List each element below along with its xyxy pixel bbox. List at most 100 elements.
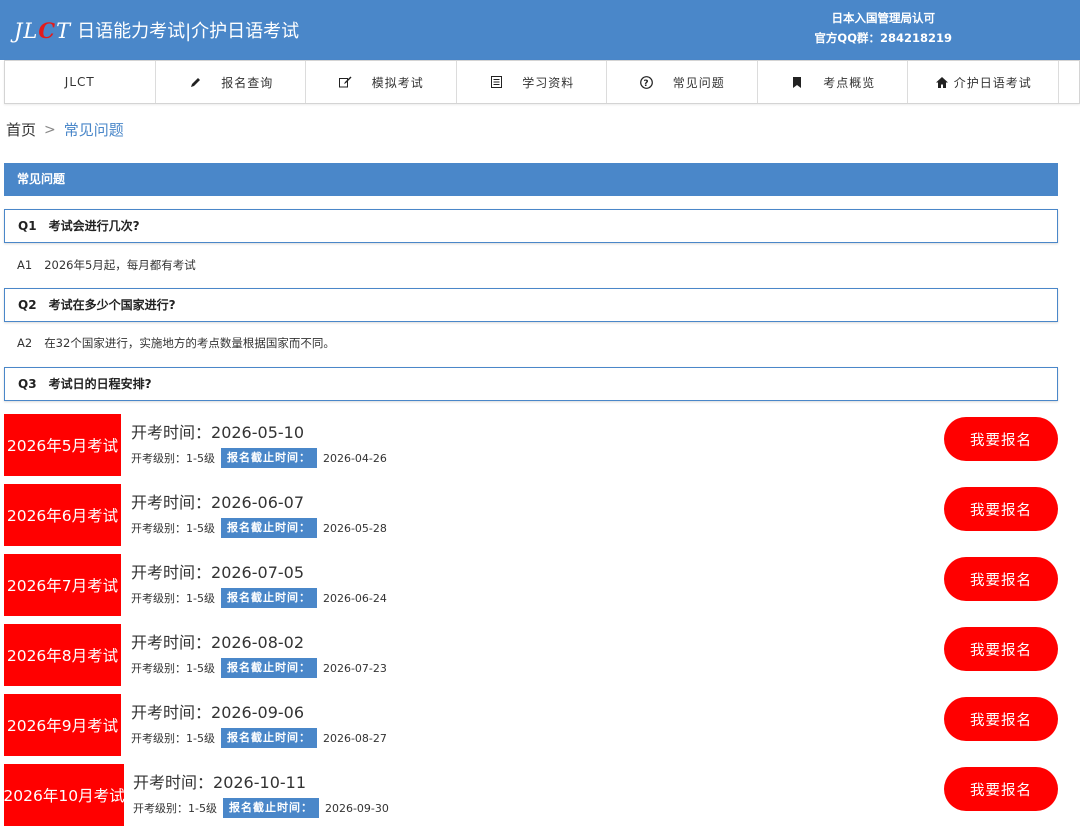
breadcrumb: 首页 > 常见问题 xyxy=(6,119,124,140)
exam-date: 2026-07-05 xyxy=(211,563,304,582)
exam-start-time: 开考时间：2026-05-10 xyxy=(131,422,387,444)
time-label: 开考时间： xyxy=(131,493,212,512)
deadline-date: 2026-05-28 xyxy=(322,521,387,535)
nav-item-mock-exam[interactable]: 模拟考试 xyxy=(306,61,457,103)
exam-level: 开考级别：1-5级 xyxy=(133,802,217,815)
deadline-badge: 报名截止时间： xyxy=(222,798,319,818)
time-label: 开考时间： xyxy=(131,423,212,442)
signup-button[interactable]: 我要报名 xyxy=(944,767,1058,811)
exam-info: 开考时间：2026-07-05 开考级别：1-5级 报名截止时间： 2026-0… xyxy=(131,562,387,608)
exam-month-tag: 2026年5月考试 xyxy=(4,414,121,476)
exam-meta: 开考级别：1-5级 报名截止时间： 2026-08-27 xyxy=(131,728,387,748)
breadcrumb-separator: > xyxy=(44,121,56,138)
exam-row: 2026年10月考试 开考时间：2026-10-11 开考级别：1-5级 报名截… xyxy=(3,764,1058,826)
exam-start-time: 开考时间：2026-09-06 xyxy=(131,702,387,724)
signup-button[interactable]: 我要报名 xyxy=(944,557,1058,601)
document-icon xyxy=(488,76,504,88)
pencil-icon xyxy=(187,77,203,88)
exam-meta: 开考级别：1-5级 报名截止时间： 2026-09-30 xyxy=(133,798,389,818)
nav-item-care-japanese[interactable]: 介护日语考试 xyxy=(908,61,1059,103)
question-number: Q1 xyxy=(18,219,37,233)
exam-row: 2026年5月考试 开考时间：2026-05-10 开考级别：1-5级 报名截止… xyxy=(4,414,1058,476)
edit-icon xyxy=(338,76,354,88)
nav-item-faq[interactable]: ? 常见问题 xyxy=(607,61,758,103)
exam-date: 2026-10-11 xyxy=(213,773,306,792)
nav-label: JLCT xyxy=(64,75,95,89)
approval-text: 日本入国管理局认可 xyxy=(831,11,935,25)
question-text: 考试在多少个国家进行? xyxy=(48,298,176,312)
exam-level: 开考级别：1-5级 xyxy=(131,662,215,675)
question-circle-icon: ? xyxy=(639,75,655,89)
exam-meta: 开考级别：1-5级 报名截止时间： 2026-05-28 xyxy=(131,518,387,538)
exam-month-tag: 2026年10月考试 xyxy=(3,764,125,826)
exam-row: 2026年8月考试 开考时间：2026-08-02 开考级别：1-5级 报名截止… xyxy=(4,624,1058,686)
exam-info: 开考时间：2026-09-06 开考级别：1-5级 报名截止时间： 2026-0… xyxy=(131,702,387,748)
faq-question[interactable]: Q2 考试在多少个国家进行? xyxy=(4,288,1058,322)
exam-date: 2026-09-06 xyxy=(211,703,304,722)
exam-info: 开考时间：2026-06-07 开考级别：1-5级 报名截止时间： 2026-0… xyxy=(131,492,387,538)
deadline-date: 2026-09-30 xyxy=(324,801,389,815)
site-header: JLCT 日语能力考试|介护日语考试 日本入国管理局认可 官方QQ群：28421… xyxy=(0,0,1080,60)
answer-number: A1 xyxy=(17,258,33,272)
faq-answer: A1 2026年5月起，每月都有考试 xyxy=(17,257,196,273)
nav-label: 常见问题 xyxy=(672,75,725,90)
question-text: 考试日的日程安排? xyxy=(48,377,152,391)
question-number: Q3 xyxy=(18,377,37,391)
exam-start-time: 开考时间：2026-06-07 xyxy=(131,492,387,514)
site-logo[interactable]: JLCT xyxy=(14,18,71,43)
exam-meta: 开考级别：1-5级 报名截止时间： 2026-04-26 xyxy=(131,448,387,468)
deadline-badge: 报名截止时间： xyxy=(220,658,317,678)
nav-item-study-materials[interactable]: 学习资料 xyxy=(457,61,607,103)
question-text: 考试会进行几次? xyxy=(48,219,140,233)
signup-button[interactable]: 我要报名 xyxy=(944,487,1058,531)
exam-info: 开考时间：2026-05-10 开考级别：1-5级 报名截止时间： 2026-0… xyxy=(131,422,387,468)
nav-label: 介护日语考试 xyxy=(953,75,1032,90)
nav-item-score-query[interactable]: 报名查询 xyxy=(156,61,306,103)
time-label: 开考时间： xyxy=(131,563,212,582)
exam-level: 开考级别：1-5级 xyxy=(131,452,215,465)
brand[interactable]: JLCT 日语能力考试|介护日语考试 xyxy=(14,16,299,44)
bookmark-icon xyxy=(789,76,805,88)
exam-date: 2026-06-07 xyxy=(211,493,304,512)
faq-question[interactable]: Q3 考试日的日程安排? xyxy=(4,367,1058,401)
deadline-badge: 报名截止时间： xyxy=(220,518,317,538)
nav-item-test-sites[interactable]: 考点概览 xyxy=(758,61,908,103)
svg-text:?: ? xyxy=(644,78,650,88)
nav-label: 考点概览 xyxy=(823,75,876,90)
answer-text: 2026年5月起，每月都有考试 xyxy=(44,258,196,272)
answer-text: 在32个国家进行，实施地方的考点数量根据国家而不同。 xyxy=(44,336,335,350)
exam-row: 2026年7月考试 开考时间：2026-07-05 开考级别：1-5级 报名截止… xyxy=(4,554,1058,616)
exam-month-tag: 2026年8月考试 xyxy=(4,624,121,686)
qq-group-text: 官方QQ群：284218219 xyxy=(814,31,952,45)
section-header: 常见问题 xyxy=(4,163,1058,196)
exam-info: 开考时间：2026-10-11 开考级别：1-5级 报名截止时间： 2026-0… xyxy=(133,772,389,818)
deadline-badge: 报名截止时间： xyxy=(220,728,317,748)
exam-level: 开考级别：1-5级 xyxy=(131,592,215,605)
deadline-date: 2026-06-24 xyxy=(322,591,387,605)
signup-button[interactable]: 我要报名 xyxy=(944,417,1058,461)
deadline-date: 2026-07-23 xyxy=(322,661,387,675)
faq-question[interactable]: Q1 考试会进行几次? xyxy=(4,209,1058,243)
signup-button[interactable]: 我要报名 xyxy=(944,627,1058,671)
question-number: Q2 xyxy=(18,298,37,312)
nav-item-jlct[interactable]: JLCT xyxy=(5,61,156,103)
exam-start-time: 开考时间：2026-10-11 xyxy=(133,772,389,794)
exam-level: 开考级别：1-5级 xyxy=(131,732,215,745)
deadline-date: 2026-04-26 xyxy=(322,451,387,465)
exam-month-tag: 2026年9月考试 xyxy=(4,694,121,756)
breadcrumb-home[interactable]: 首页 xyxy=(6,119,36,140)
site-title: 日语能力考试|介护日语考试 xyxy=(77,21,300,42)
main-nav: JLCT 报名查询 模拟考试 学习资料 ? 常见问题 考点概览 介护日语考试 xyxy=(4,60,1080,104)
deadline-badge: 报名截止时间： xyxy=(220,588,317,608)
breadcrumb-current: 常见问题 xyxy=(63,121,124,139)
exam-month-tag: 2026年7月考试 xyxy=(4,554,121,616)
exam-date: 2026-08-02 xyxy=(211,633,304,652)
exam-month-tag: 2026年6月考试 xyxy=(4,484,121,546)
exam-level: 开考级别：1-5级 xyxy=(131,522,215,535)
exam-date: 2026-05-10 xyxy=(211,423,304,442)
nav-label: 学习资料 xyxy=(522,75,575,90)
deadline-date: 2026-08-27 xyxy=(322,731,387,745)
faq-answer: A2 在32个国家进行，实施地方的考点数量根据国家而不同。 xyxy=(17,335,335,351)
exam-start-time: 开考时间：2026-07-05 xyxy=(131,562,387,584)
signup-button[interactable]: 我要报名 xyxy=(944,697,1058,741)
